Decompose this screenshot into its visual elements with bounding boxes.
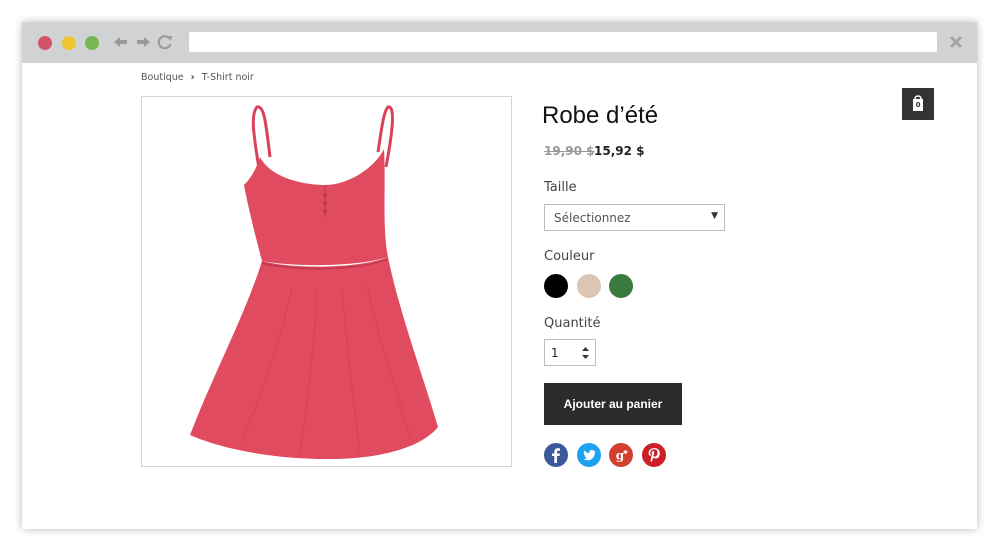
breadcrumb: Boutique › T-Shirt noir (141, 70, 254, 84)
product-image (141, 96, 512, 467)
color-swatch-beige[interactable] (577, 274, 601, 298)
chevron-down-icon: ▼ (711, 211, 718, 221)
size-select[interactable]: Sélectionnez ▼ (544, 204, 725, 231)
breadcrumb-separator: › (190, 71, 195, 83)
quantity-value: 1 (551, 346, 559, 360)
color-label: Couleur (544, 249, 595, 264)
quantity-stepper[interactable]: 1 (544, 339, 596, 366)
close-window-dot[interactable] (38, 36, 52, 50)
svg-text:g: g (616, 449, 625, 463)
old-price: 19,90 $ (544, 144, 595, 158)
color-swatch-green[interactable] (609, 274, 633, 298)
spinner-arrows-icon[interactable] (581, 346, 590, 360)
pinterest-icon[interactable] (642, 443, 666, 467)
address-bar[interactable] (189, 32, 937, 52)
maximize-window-dot[interactable] (85, 36, 99, 50)
facebook-icon[interactable] (544, 443, 568, 467)
add-to-cart-button[interactable]: Ajouter au panier (544, 383, 682, 425)
cart-button[interactable]: 0 (902, 88, 934, 120)
back-arrow-icon[interactable] (112, 32, 130, 52)
dress-image (190, 105, 438, 459)
forward-arrow-icon[interactable] (134, 32, 152, 52)
quantity-label: Quantité (544, 316, 601, 331)
browser-titlebar (22, 22, 977, 63)
breadcrumb-current: T-Shirt noir (201, 71, 254, 83)
minimize-window-dot[interactable] (62, 36, 76, 50)
size-select-value: Sélectionnez (554, 211, 631, 225)
color-swatch-black[interactable] (544, 274, 568, 298)
current-price: 15,92 $ (594, 144, 645, 158)
product-title: Robe d’été (542, 102, 659, 129)
twitter-icon[interactable] (577, 443, 601, 467)
browser-window: Boutique › T-Shirt noir 0 Robe d’été 19,… (22, 22, 977, 529)
cart-count: 0 (915, 101, 921, 109)
breadcrumb-link-boutique[interactable]: Boutique (141, 72, 184, 83)
reload-icon[interactable] (156, 32, 174, 52)
google-plus-icon[interactable]: g (609, 443, 633, 467)
close-icon[interactable] (948, 34, 964, 50)
size-label: Taille (544, 180, 577, 195)
